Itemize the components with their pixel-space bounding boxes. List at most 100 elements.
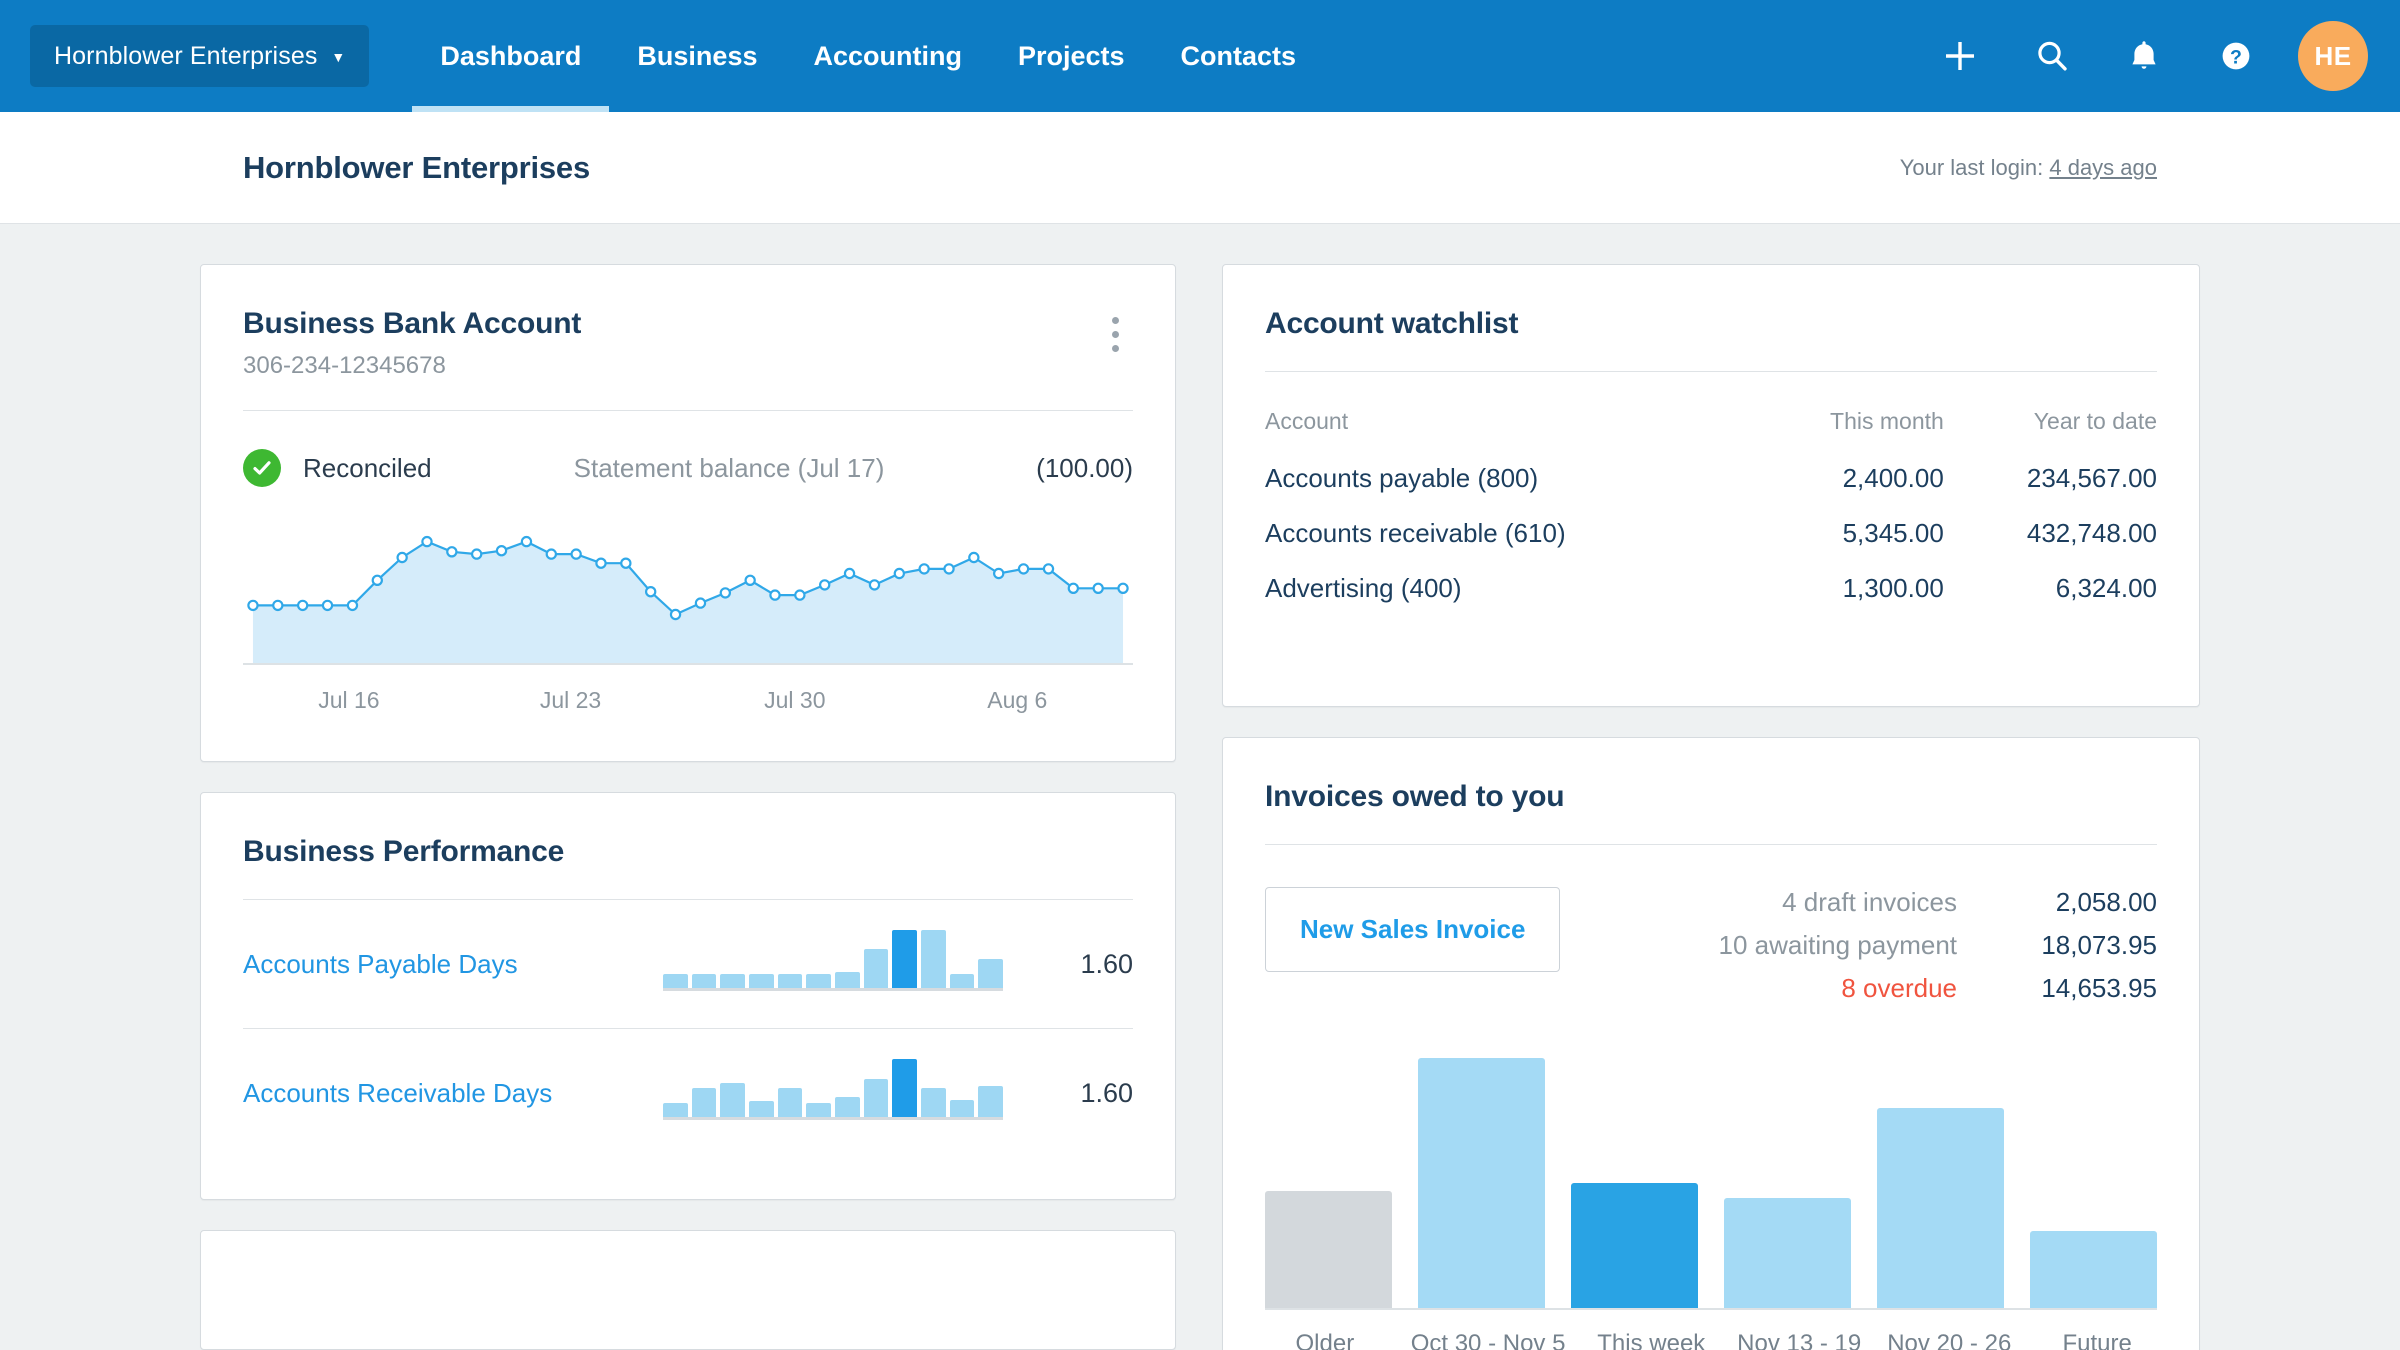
nav-tab-business[interactable]: Business	[609, 0, 785, 112]
spark-bar	[691, 973, 717, 988]
invoice-stat-amount: 14,653.95	[2041, 973, 2157, 1003]
invoices-stats: 4 draft invoices 2,058.00 10 awaiting pa…	[1719, 887, 2157, 1016]
spark-bar	[835, 1096, 860, 1117]
nav-tab-label: Business	[637, 40, 758, 71]
nav-tab-projects[interactable]: Projects	[990, 0, 1153, 112]
spark-bar	[978, 959, 1004, 988]
notifications-button[interactable]	[2098, 0, 2190, 112]
watchlist-account-name: Accounts payable (800)	[1265, 463, 1539, 493]
invoice-stat-label: 10 awaiting payment	[1718, 930, 1957, 960]
spark-bar	[749, 1100, 774, 1117]
watchlist-card-title: Account watchlist	[1265, 307, 1519, 340]
nav-tab-accounting[interactable]: Accounting	[785, 0, 990, 112]
table-row[interactable]: Accounts payable (800) 2,400.00 234,567.…	[1265, 451, 2157, 506]
bank-card-title: Business Bank Account	[243, 307, 582, 340]
accounts-payable-days-link[interactable]: Accounts Payable Days	[243, 949, 663, 980]
invoice-stat-draft: 4 draft invoices 2,058.00	[1719, 887, 2157, 918]
new-sales-invoice-button[interactable]: New Sales Invoice	[1265, 887, 1561, 972]
spark-bar	[978, 1086, 1004, 1117]
spark-bar	[720, 973, 746, 988]
column-header-account: Account	[1265, 408, 1349, 434]
invoice-stat-amount: 2,058.00	[2055, 887, 2157, 917]
invoice-bar[interactable]	[1418, 1058, 1545, 1308]
spark-bar	[749, 973, 774, 988]
table-row[interactable]: Accounts receivable (610) 5,345.00 432,7…	[1265, 506, 2157, 561]
search-icon	[2038, 41, 2067, 71]
top-navigation-bar: Hornblower Enterprises ▼ Dashboard Busin…	[0, 0, 2400, 112]
business-bank-account-card: Business Bank Account 306-234-12345678 R…	[200, 264, 1176, 762]
table-row[interactable]: Advertising (400) 1,300.00 6,324.00	[1265, 561, 2157, 616]
spark-bar	[806, 1103, 832, 1117]
spark-bar	[863, 949, 889, 988]
bank-balance-sparkline-chart	[243, 517, 1133, 665]
accounts-payable-days-sparkbars	[663, 930, 1004, 995]
invoices-chart-axis-labels: Older Oct 30 - Nov 5 This week Nov 13 - 19 N…	[1265, 1330, 2157, 1350]
invoice-stat-awaiting: 10 awaiting payment 18,073.95	[1719, 930, 2157, 961]
add-new-button[interactable]	[1914, 0, 2006, 112]
invoice-bar[interactable]	[2030, 1230, 2157, 1308]
plus-icon	[1946, 42, 1974, 70]
sparkline-axis-labels: Jul 16 Jul 23 Jul 30 Aug 6	[243, 687, 1133, 761]
invoice-bar[interactable]	[1877, 1108, 2004, 1308]
sparkline-tick-label: Jul 23	[539, 687, 602, 713]
watchlist-this-month: 5,345.00	[1842, 518, 1944, 548]
nav-tab-label: Contacts	[1180, 40, 1297, 71]
spark-bar	[949, 973, 975, 988]
invoice-bar[interactable]	[1265, 1190, 1392, 1308]
watchlist-account-name: Accounts receivable (610)	[1265, 518, 1566, 548]
spark-bar	[921, 1088, 946, 1117]
org-switcher-label: Hornblower Enterprises	[54, 41, 318, 70]
accounts-receivable-days-link[interactable]: Accounts Receivable Days	[243, 1078, 663, 1109]
help-button[interactable]: ?	[2190, 0, 2282, 112]
bank-account-number: 306-234-12345678	[243, 352, 446, 379]
last-login-info: Your last login: 4 days ago	[1900, 155, 2157, 181]
sparkline-tick-label: Jul 30	[764, 687, 826, 713]
spark-bar	[777, 1088, 803, 1117]
accounts-receivable-days-sparkbars	[663, 1059, 1004, 1124]
spark-bar	[892, 930, 918, 988]
main-nav-tabs: Dashboard Business Accounting Projects C…	[412, 0, 1324, 112]
table-header-row: Account This month Year to date	[1265, 408, 2157, 451]
kebab-menu-icon[interactable]	[1098, 307, 1133, 362]
nav-tab-contacts[interactable]: Contacts	[1153, 0, 1325, 112]
nav-tab-dashboard[interactable]: Dashboard	[412, 0, 610, 112]
nav-tab-label: Projects	[1017, 40, 1125, 71]
statement-balance-label: Statement balance (Jul 17)	[573, 452, 885, 483]
business-performance-card: Business Performance Accounts Payable Da…	[200, 792, 1176, 1200]
org-switcher-button[interactable]: Hornblower Enterprises ▼	[30, 25, 370, 87]
invoice-bar-label: Nov 13 - 19	[1737, 1330, 1862, 1350]
watchlist-this-month: 1,300.00	[1842, 573, 1944, 603]
last-login-label: Your last login:	[1899, 154, 2044, 180]
performance-card-title: Business Performance	[243, 835, 565, 868]
user-avatar[interactable]: HE	[2298, 21, 2368, 91]
spark-bar	[806, 973, 832, 988]
accounts-payable-days-value: 1.60	[1080, 948, 1133, 979]
watchlist-table: Account This month Year to date Accounts…	[1265, 408, 2157, 616]
avatar-initials: HE	[2314, 40, 2352, 71]
dashboard-content: Business Bank Account 306-234-12345678 R…	[0, 224, 2400, 1350]
divider	[1265, 844, 2157, 845]
watchlist-account-name: Advertising (400)	[1265, 573, 1462, 603]
invoice-bar[interactable]	[1724, 1198, 1851, 1308]
spark-bar	[691, 1088, 717, 1117]
spark-bar	[835, 971, 860, 988]
check-circle-icon	[243, 449, 281, 487]
watchlist-ytd: 6,324.00	[2055, 573, 2157, 603]
nav-action-group: ? HE	[1914, 0, 2374, 112]
column-header-this-month: This month	[1830, 408, 1944, 434]
nav-tab-label: Dashboard	[440, 40, 582, 71]
invoice-stat-amount: 18,073.95	[2041, 930, 2157, 960]
sparkline-tick-label: Jul 16	[318, 687, 380, 713]
invoices-summary-row: New Sales Invoice 4 draft invoices 2,058…	[1265, 887, 2157, 1016]
invoices-owed-card: Invoices owed to you New Sales Invoice 4…	[1222, 737, 2200, 1350]
help-icon: ?	[2222, 42, 2250, 70]
nav-tab-label: Accounting	[813, 40, 962, 71]
invoice-stat-overdue: 8 overdue 14,653.95	[1719, 973, 2157, 1004]
invoice-bar-label: Future	[2062, 1330, 2132, 1350]
performance-row-receivable: Accounts Receivable Days 1.60	[243, 1029, 1133, 1157]
invoice-bar-label: This week	[1597, 1330, 1706, 1350]
search-button[interactable]	[2006, 0, 2098, 112]
last-login-link[interactable]: 4 days ago	[2049, 155, 2157, 180]
invoices-owed-bar-chart	[1265, 1050, 2157, 1310]
invoice-bar[interactable]	[1571, 1183, 1698, 1308]
